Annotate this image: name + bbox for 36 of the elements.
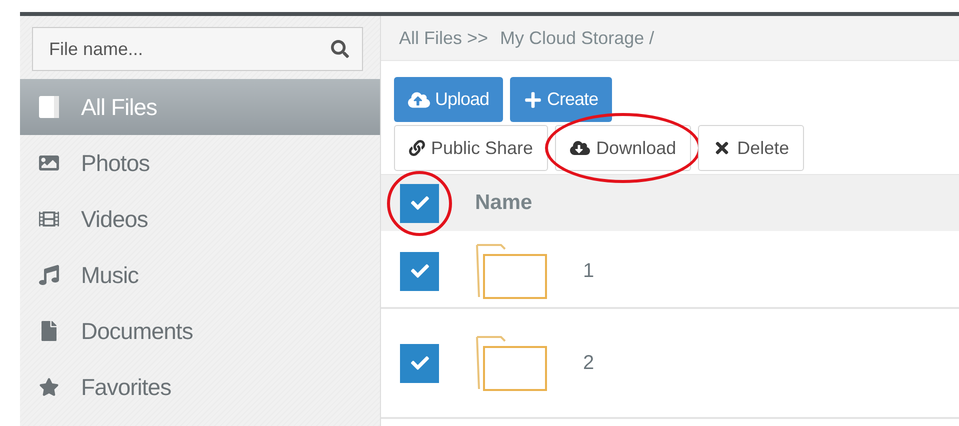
- folder-icon: [475, 335, 547, 391]
- checkbox[interactable]: [400, 252, 439, 290]
- sidebar-item[interactable]: Videos: [20, 191, 380, 247]
- action-button[interactable]: Public Share: [394, 125, 548, 171]
- sidebar-item[interactable]: Music: [20, 247, 380, 303]
- check-icon: [410, 194, 428, 212]
- search-field[interactable]: File name...: [32, 27, 363, 71]
- plus-icon: [524, 90, 542, 108]
- cloud-download-icon: [570, 138, 590, 158]
- film-icon: [37, 209, 61, 229]
- sidebar-item[interactable]: Documents: [20, 303, 380, 359]
- create-button[interactable]: Create: [510, 77, 612, 122]
- upload-button[interactable]: Upload: [394, 77, 504, 122]
- breadcrumb-link[interactable]: All Files >>: [399, 28, 488, 48]
- image-icon: [37, 153, 61, 173]
- file-name: 1: [583, 260, 594, 282]
- check-icon: [410, 354, 428, 372]
- star-icon: [37, 377, 61, 397]
- sidebar-item[interactable]: Favorites: [20, 359, 380, 415]
- column-header[interactable]: Name: [475, 191, 532, 215]
- checkbox[interactable]: [400, 344, 439, 382]
- file-row[interactable]: 1: [381, 231, 959, 309]
- book-icon: [37, 95, 61, 119]
- checkbox[interactable]: [400, 184, 439, 222]
- sidebar-item[interactable]: All Files: [20, 79, 380, 135]
- check-icon: [410, 262, 428, 280]
- search-icon[interactable]: [331, 40, 349, 58]
- music-note-icon: [37, 265, 61, 285]
- folder-icon: [475, 243, 547, 299]
- file-name: 2: [583, 352, 594, 374]
- action-button[interactable]: Download: [555, 125, 692, 171]
- action-button[interactable]: Delete: [698, 125, 804, 171]
- file-row[interactable]: 2: [381, 309, 959, 419]
- sidebar-item[interactable]: Photos: [20, 135, 380, 191]
- link-icon: [409, 140, 425, 156]
- breadcrumb-link[interactable]: My Cloud Storage /: [500, 28, 654, 48]
